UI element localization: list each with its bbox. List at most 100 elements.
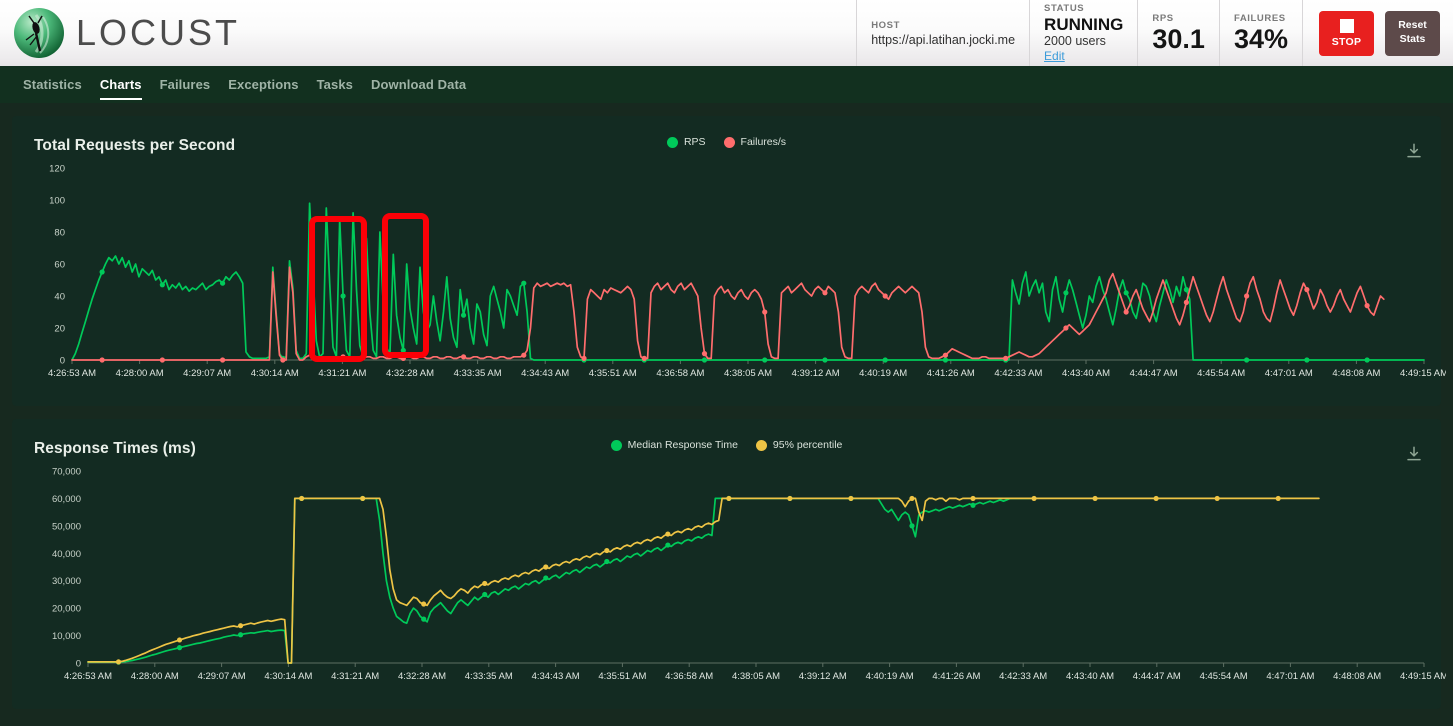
svg-text:4:42:33 AM: 4:42:33 AM — [999, 671, 1047, 682]
status-stat: STATUS RUNNING 2000 users Edit — [1029, 0, 1137, 66]
svg-text:20,000: 20,000 — [52, 604, 81, 615]
host-label: HOST — [871, 19, 901, 31]
svg-text:4:30:14 AM: 4:30:14 AM — [251, 368, 299, 379]
svg-text:4:38:05 AM: 4:38:05 AM — [724, 368, 772, 379]
nav-item-exceptions[interactable]: Exceptions — [219, 66, 307, 103]
stop-button-label: STOP — [1331, 35, 1362, 48]
stop-square-icon — [1339, 18, 1354, 33]
svg-text:4:44:47 AM: 4:44:47 AM — [1130, 368, 1178, 379]
legend-color-dot — [755, 439, 767, 451]
svg-text:4:35:51 AM: 4:35:51 AM — [598, 671, 646, 682]
chart-svg-rps: 0 20 40 60 80 100 120 4:26:53 AM 4:28:00 AM 4:29:… — [48, 164, 1446, 380]
svg-text:4:40:19 AM: 4:40:19 AM — [866, 671, 914, 682]
svg-text:80: 80 — [54, 228, 65, 239]
svg-text:4:49:15 AM: 4:49:15 AM — [1400, 671, 1446, 682]
legend-color-dot — [723, 136, 735, 148]
svg-text:4:41:26 AM: 4:41:26 AM — [927, 368, 975, 379]
svg-text:4:33:35 AM: 4:33:35 AM — [465, 671, 513, 682]
legend-label-rps: RPS — [683, 136, 706, 148]
svg-text:0: 0 — [60, 356, 65, 367]
svg-text:4:29:07 AM: 4:29:07 AM — [183, 368, 231, 379]
app-header: LOCUST HOST https://api.latihan.jocki.me… — [0, 0, 1453, 66]
legend-item-p95[interactable]: 95% percentile — [755, 439, 843, 451]
reset-label-line1: Reset — [1398, 19, 1427, 32]
svg-text:4:49:15 AM: 4:49:15 AM — [1400, 368, 1446, 379]
svg-text:4:34:43 AM: 4:34:43 AM — [521, 368, 569, 379]
failures-value: 34% — [1233, 24, 1288, 54]
svg-text:4:48:08 AM: 4:48:08 AM — [1333, 671, 1381, 682]
failures-stat: FAILURES 34% — [1218, 0, 1302, 66]
svg-text:60: 60 — [54, 260, 65, 271]
svg-text:4:34:43 AM: 4:34:43 AM — [532, 671, 580, 682]
svg-text:4:36:58 AM: 4:36:58 AM — [656, 368, 704, 379]
main-nav: Statistics Charts Failures Exceptions Ta… — [0, 66, 1453, 103]
nav-item-failures[interactable]: Failures — [151, 66, 220, 103]
stop-button[interactable]: STOP — [1319, 10, 1374, 56]
rps-label: RPS — [1152, 13, 1174, 24]
legend-label-p95: 95% percentile — [772, 439, 843, 451]
svg-text:10,000: 10,000 — [52, 631, 81, 642]
svg-text:4:29:07 AM: 4:29:07 AM — [198, 671, 246, 682]
nav-item-charts[interactable]: Charts — [91, 66, 151, 103]
svg-text:4:28:00 AM: 4:28:00 AM — [116, 368, 164, 379]
rps-stat: RPS 30.1 — [1137, 0, 1219, 66]
svg-text:4:36:58 AM: 4:36:58 AM — [665, 671, 713, 682]
svg-text:120: 120 — [49, 164, 65, 175]
svg-text:4:35:51 AM: 4:35:51 AM — [589, 368, 637, 379]
reset-stats-button[interactable]: Reset Stats — [1385, 10, 1440, 56]
legend-label-failures: Failures/s — [740, 136, 787, 148]
svg-text:4:38:05 AM: 4:38:05 AM — [732, 671, 780, 682]
legend-item-median[interactable]: Median Response Time — [610, 439, 738, 451]
svg-text:4:28:00 AM: 4:28:00 AM — [131, 671, 179, 682]
svg-text:100: 100 — [49, 196, 65, 207]
chart-legend-response-times: Median Response Time 95% percentile — [26, 431, 1427, 451]
svg-text:4:45:54 AM: 4:45:54 AM — [1200, 671, 1248, 682]
chart-title-rps: Total Requests per Second — [34, 137, 236, 154]
chart-svg-response-times: 0 10,000 20,000 30,000 40,000 50,000 60,000 70,… — [52, 467, 1446, 683]
plot-area-response-times: 0 10,000 20,000 30,000 40,000 50,000 60,000 70,… — [26, 459, 1446, 691]
brand-logo[interactable]: LOCUST — [0, 7, 240, 59]
nav-item-statistics[interactable]: Statistics — [14, 66, 91, 103]
status-value: RUNNING — [1044, 14, 1124, 34]
svg-text:0: 0 — [76, 659, 81, 670]
svg-text:4:45:54 AM: 4:45:54 AM — [1197, 368, 1245, 379]
chart-panel-rps: Total Requests per Second RPS Failures/s… — [12, 116, 1446, 406]
plot-area-rps: 0 20 40 60 80 100 120 4:26:53 AM 4:28:00 AM 4:29:… — [26, 156, 1446, 388]
svg-text:4:31:21 AM: 4:31:21 AM — [331, 671, 379, 682]
header-stats: HOST https://api.latihan.jocki.me STATUS… — [856, 0, 1453, 66]
svg-text:4:43:40 AM: 4:43:40 AM — [1062, 368, 1110, 379]
svg-text:60,000: 60,000 — [52, 494, 81, 505]
svg-text:4:32:28 AM: 4:32:28 AM — [398, 671, 446, 682]
status-label: STATUS — [1044, 2, 1085, 14]
chart-panel-response-times: Response Times (ms) Median Response Time… — [12, 419, 1446, 709]
svg-text:4:43:40 AM: 4:43:40 AM — [1066, 671, 1114, 682]
svg-text:50,000: 50,000 — [52, 521, 81, 532]
edit-link[interactable]: Edit — [1044, 49, 1123, 63]
svg-text:30,000: 30,000 — [52, 576, 81, 587]
svg-text:20: 20 — [54, 324, 65, 335]
svg-text:4:26:53 AM: 4:26:53 AM — [64, 671, 112, 682]
legend-color-dot — [666, 136, 678, 148]
chart-legend-rps: RPS Failures/s — [26, 128, 1427, 148]
svg-text:4:33:35 AM: 4:33:35 AM — [454, 368, 502, 379]
svg-text:4:31:21 AM: 4:31:21 AM — [318, 368, 366, 379]
host-value: https://api.latihan.jocki.me — [871, 32, 1016, 47]
svg-text:4:26:53 AM: 4:26:53 AM — [48, 368, 96, 379]
svg-text:70,000: 70,000 — [52, 467, 81, 478]
svg-text:4:30:14 AM: 4:30:14 AM — [264, 671, 312, 682]
svg-text:4:41:26 AM: 4:41:26 AM — [932, 671, 980, 682]
nav-item-tasks[interactable]: Tasks — [308, 66, 362, 103]
rps-value: 30.1 — [1152, 24, 1205, 54]
legend-item-failures[interactable]: Failures/s — [723, 136, 787, 148]
svg-text:4:42:33 AM: 4:42:33 AM — [994, 368, 1042, 379]
svg-text:4:44:47 AM: 4:44:47 AM — [1133, 671, 1181, 682]
chart-title-response-times: Response Times (ms) — [34, 440, 196, 457]
svg-text:40: 40 — [54, 292, 65, 303]
brand-name: LOCUST — [76, 12, 241, 53]
nav-item-download-data[interactable]: Download Data — [362, 66, 475, 103]
svg-text:4:32:28 AM: 4:32:28 AM — [386, 368, 434, 379]
svg-text:40,000: 40,000 — [52, 549, 81, 560]
failures-label: FAILURES — [1233, 13, 1286, 24]
legend-item-rps[interactable]: RPS — [666, 136, 706, 148]
legend-label-median: Median Response Time — [627, 439, 738, 451]
